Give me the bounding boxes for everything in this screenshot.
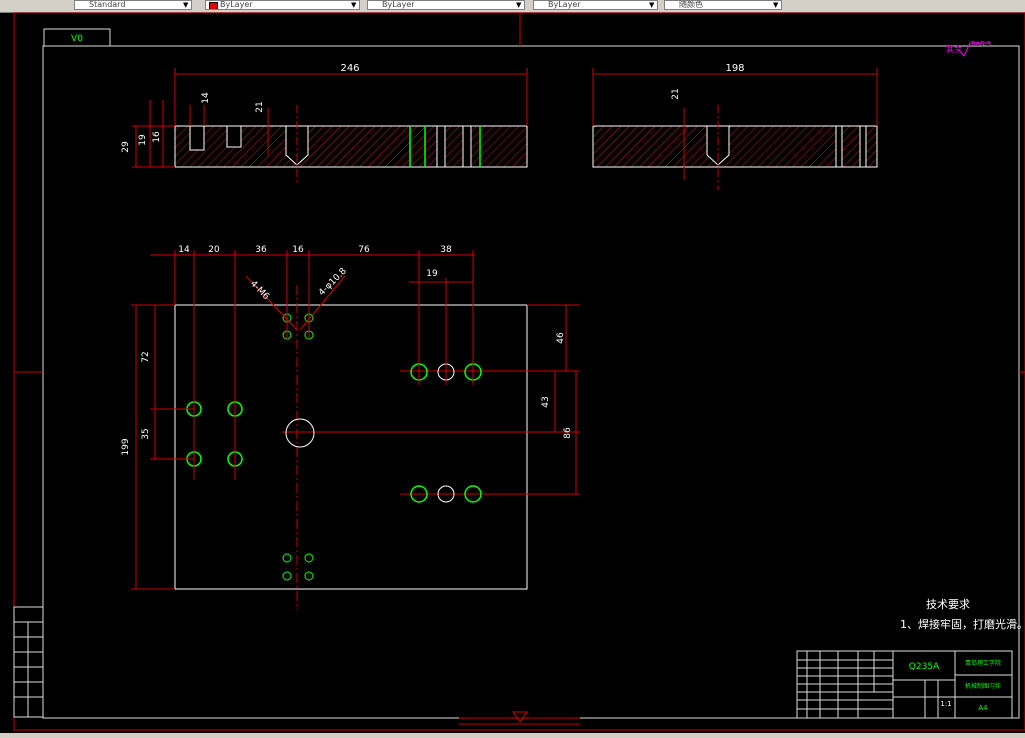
plot-style-dropdown[interactable]: 随颜色 ▼ bbox=[664, 0, 782, 10]
plot-style-value: 随颜色 bbox=[679, 0, 703, 9]
dim-thickness: 29 bbox=[121, 141, 131, 153]
dim-plan-199: 199 bbox=[121, 438, 131, 455]
dim-plan-20: 20 bbox=[208, 245, 220, 255]
plan-view[interactable] bbox=[131, 250, 580, 610]
dim-side-hole-depth: 21 bbox=[671, 88, 681, 99]
surface-finish-prefix: 其余 bbox=[946, 44, 962, 54]
dim-plan-16: 16 bbox=[292, 245, 304, 255]
notes-title: 技术要求 bbox=[926, 598, 970, 611]
dim-depth-19: 19 bbox=[138, 134, 148, 146]
dim-plan-72: 72 bbox=[141, 351, 151, 362]
text-style-value: Standard bbox=[89, 0, 126, 9]
dim-plan-43: 43 bbox=[541, 396, 551, 407]
lineweight-dropdown[interactable]: ByLayer ▼ bbox=[533, 0, 658, 10]
chevron-down-icon[interactable]: ▼ bbox=[351, 1, 358, 9]
dim-plan-46: 46 bbox=[556, 332, 566, 344]
chevron-down-icon[interactable]: ▼ bbox=[183, 1, 190, 9]
dim-top-length: 246 bbox=[340, 63, 359, 74]
dim-depth-16: 16 bbox=[152, 131, 162, 143]
chevron-down-icon[interactable]: ▼ bbox=[516, 1, 523, 9]
dim-slot-width: 14 bbox=[201, 92, 211, 104]
side-section-view[interactable] bbox=[592, 68, 878, 190]
dim-plan-76: 76 bbox=[358, 245, 370, 255]
top-section-view[interactable] bbox=[132, 68, 528, 185]
dim-plan-35: 35 bbox=[141, 428, 151, 439]
color-value: ByLayer bbox=[220, 0, 253, 9]
material-label: Q235A bbox=[909, 662, 940, 672]
bottom-center-ruler bbox=[459, 711, 580, 725]
callout-hole: 4-φ10.8 bbox=[317, 266, 349, 298]
chevron-down-icon[interactable]: ▼ bbox=[773, 1, 780, 9]
surface-finish-value: Ra6.3 bbox=[971, 40, 991, 48]
scale-label: 1:1 bbox=[940, 700, 951, 708]
dim-plan-14: 14 bbox=[178, 245, 190, 255]
text-style-dropdown[interactable]: Standard ▼ bbox=[74, 0, 192, 10]
sheet-size-label: A4 bbox=[978, 704, 988, 712]
dim-side-length: 198 bbox=[725, 63, 744, 74]
company-label: 青岛理工学院 bbox=[965, 659, 1001, 667]
lineweight-value: ByLayer bbox=[548, 0, 581, 9]
color-dropdown[interactable]: ByLayer ▼ bbox=[205, 0, 360, 10]
dim-plan-19: 19 bbox=[426, 269, 438, 279]
notes-item: 1、焊接牢固，打磨光滑。 bbox=[900, 617, 1025, 631]
dim-plan-86: 86 bbox=[563, 427, 573, 439]
linetype-dropdown[interactable]: ByLayer ▼ bbox=[367, 0, 525, 10]
linetype-value: ByLayer bbox=[382, 0, 415, 9]
dim-plan-38: 38 bbox=[440, 245, 452, 255]
part-name-label: 机械制图习作 bbox=[965, 682, 1001, 690]
status-bar bbox=[0, 733, 1025, 738]
sheet-label: V0 bbox=[71, 34, 83, 44]
revision-table bbox=[13, 606, 44, 718]
dim-hole-depth: 21 bbox=[255, 101, 265, 112]
chevron-down-icon[interactable]: ▼ bbox=[649, 1, 656, 9]
dim-plan-36: 36 bbox=[255, 245, 267, 255]
drawing-canvas[interactable]: V0 其余 Ra6.3 246 14 21 29 19 16 198 21 14… bbox=[0, 12, 1025, 733]
color-swatch-icon bbox=[209, 2, 218, 9]
